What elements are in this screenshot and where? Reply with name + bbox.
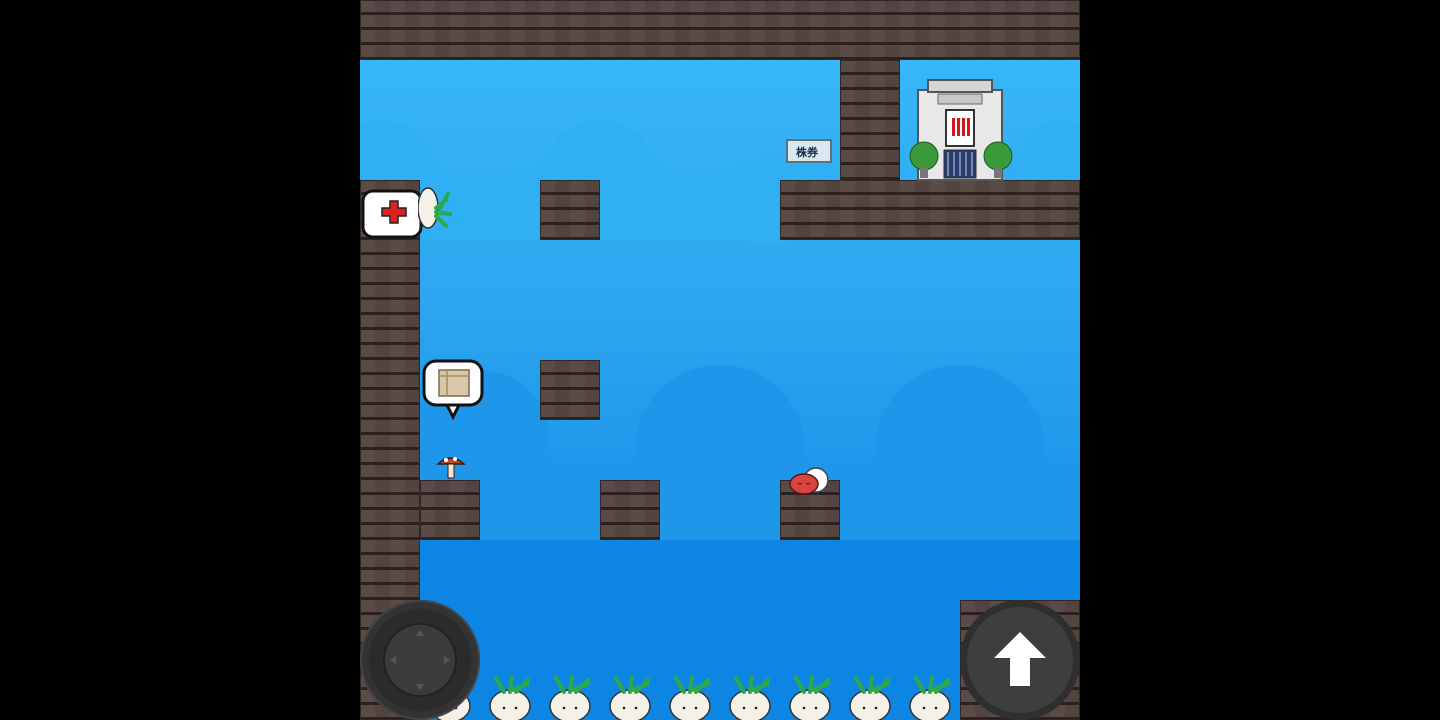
upper-pillar bbox=[840, 60, 900, 180]
virtual-joystick[interactable] bbox=[360, 600, 480, 720]
stock-exchange-building-icon[interactable] bbox=[908, 76, 1016, 182]
mushroom-icon[interactable] bbox=[436, 452, 466, 480]
floating-block-3 bbox=[600, 480, 660, 540]
game-viewport: 株券 bbox=[360, 0, 1080, 720]
floating-block-2 bbox=[540, 360, 600, 420]
dpad-icon bbox=[383, 623, 457, 697]
upper-right-ledge bbox=[780, 180, 1080, 240]
box-bubble-icon[interactable] bbox=[421, 358, 487, 422]
radish-spike-row bbox=[428, 676, 952, 720]
ceiling-wall bbox=[360, 0, 1080, 60]
radish-player-icon bbox=[418, 187, 452, 229]
arrow-up-icon bbox=[994, 632, 1046, 686]
left-ledge bbox=[420, 480, 480, 540]
stock-certificate-sign[interactable]: 株券 bbox=[786, 139, 832, 163]
sign-label: 株券 bbox=[796, 146, 818, 159]
heal-bubble-icon[interactable] bbox=[360, 188, 426, 242]
red-blob-enemy-icon[interactable] bbox=[788, 466, 830, 496]
floating-block-1 bbox=[540, 180, 600, 240]
jump-button[interactable] bbox=[960, 600, 1080, 720]
